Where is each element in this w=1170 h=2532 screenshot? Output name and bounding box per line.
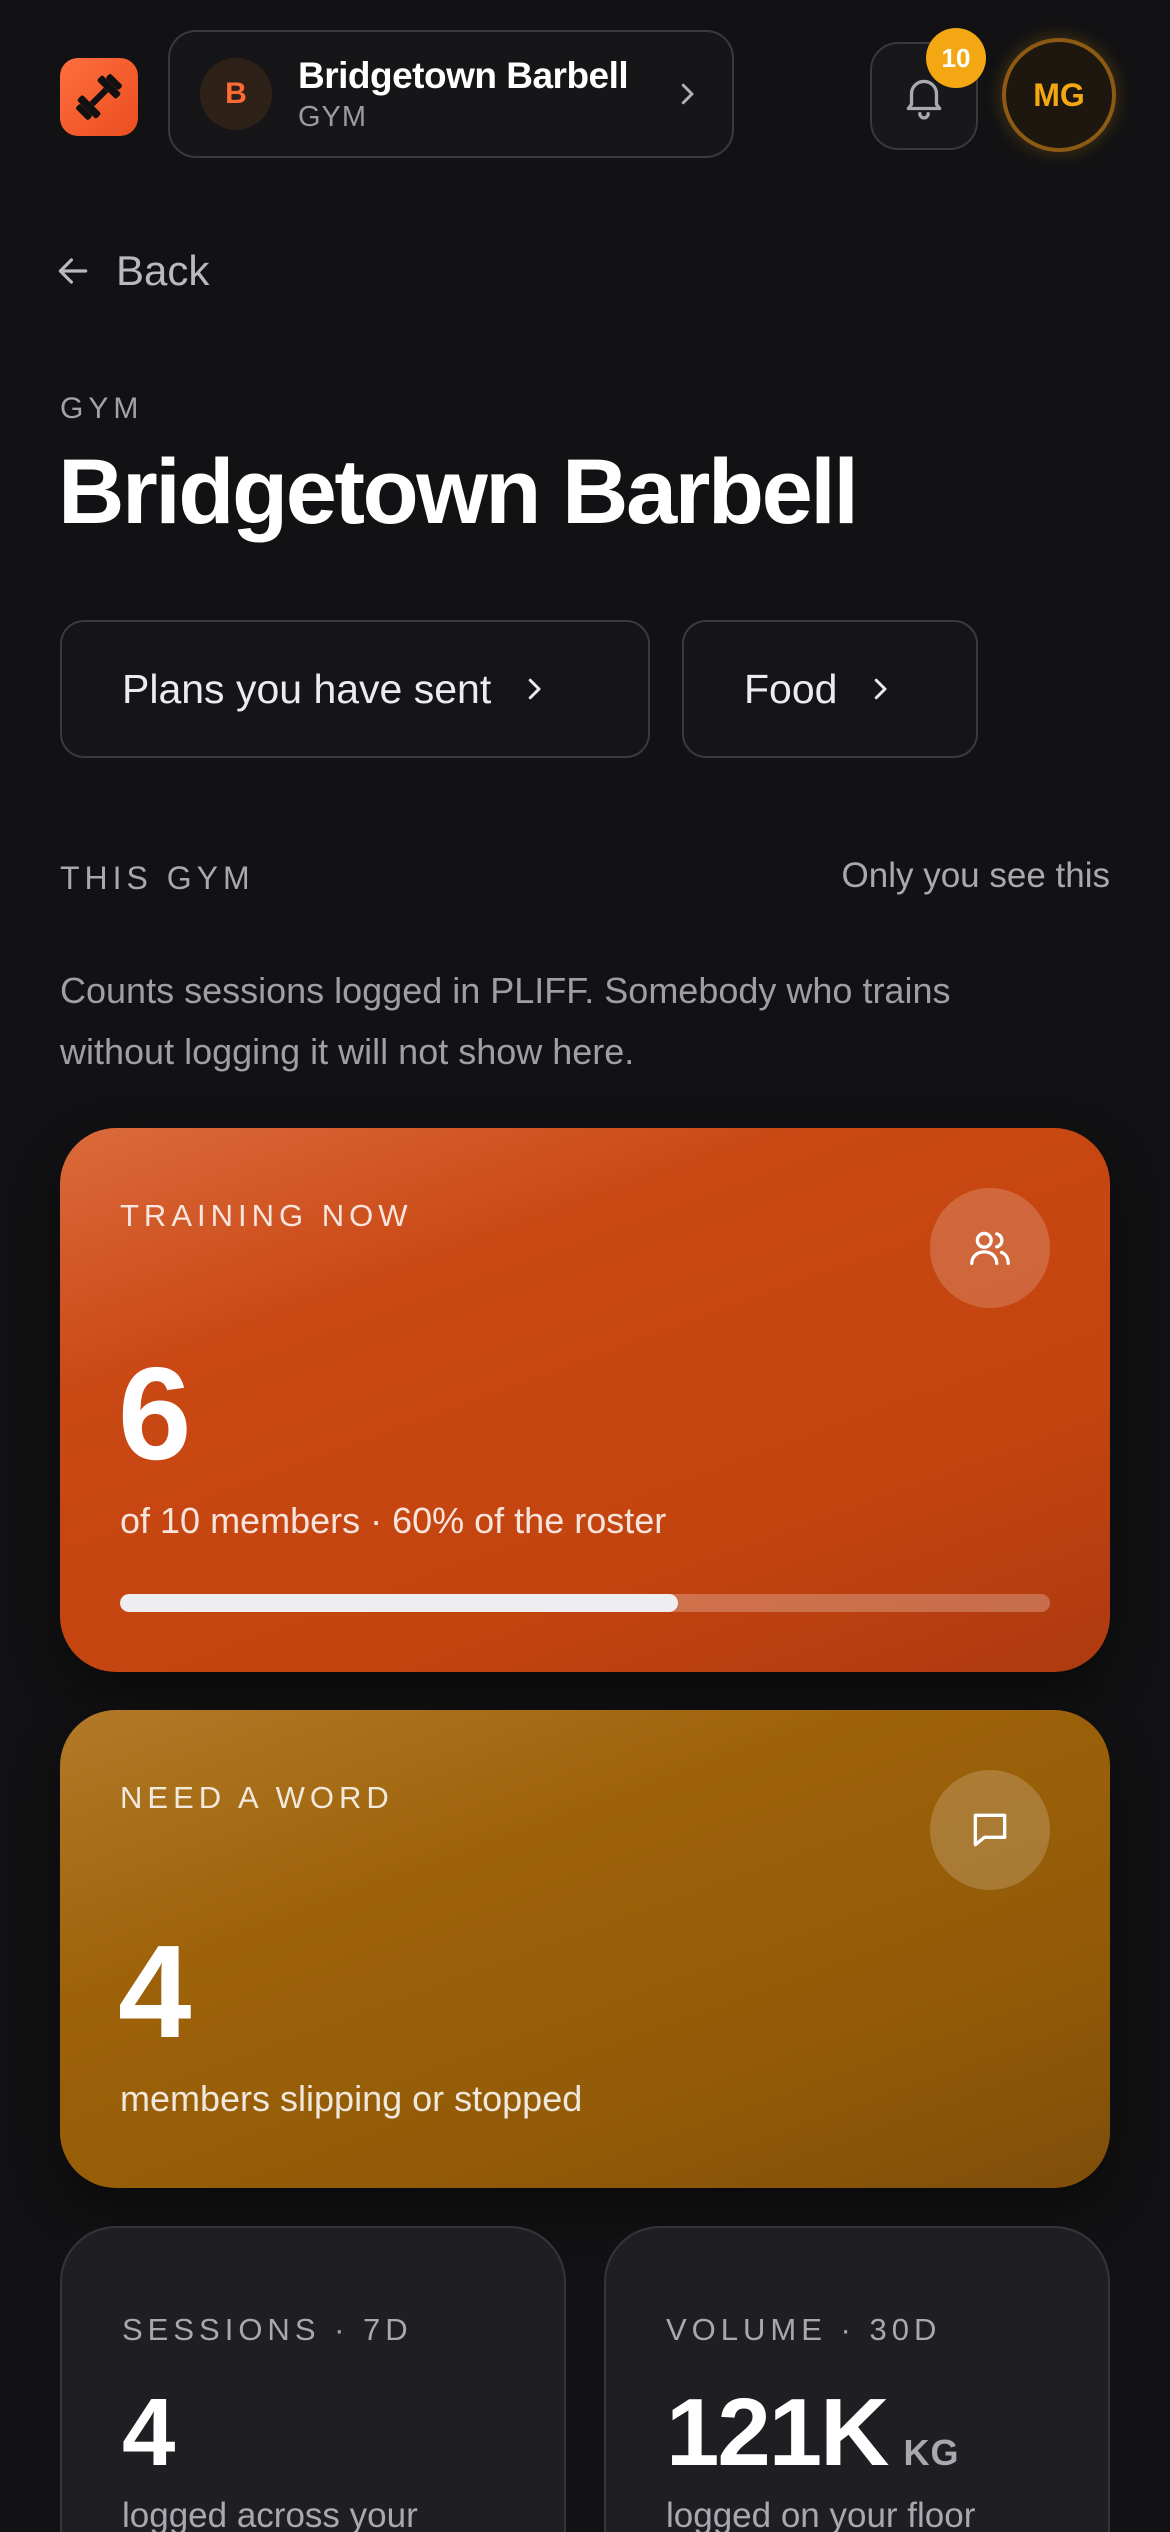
food-button[interactable]: Food <box>682 620 978 758</box>
section-label: THIS GYM <box>60 860 255 896</box>
training-now-subtitle: of 10 members · 60% of the roster <box>120 1500 667 1541</box>
sessions-subtitle: logged across your <box>122 2496 418 2532</box>
training-now-label: TRAINING NOW <box>120 1198 413 1233</box>
sessions-label: SESSIONS · 7D <box>122 2312 413 2347</box>
volume-unit: KG <box>903 2432 960 2473</box>
need-a-word-value: 4 <box>118 1918 191 2065</box>
chevron-right-icon <box>529 678 541 700</box>
need-a-word-subtitle: members slipping or stopped <box>120 2078 583 2119</box>
roster-progress-fill <box>120 1594 678 1612</box>
chevron-right-icon <box>875 678 887 700</box>
plans-sent-button[interactable]: Plans you have sent <box>60 620 650 758</box>
sessions-stat-card[interactable]: SESSIONS · 7D 4 logged across your <box>60 2226 566 2532</box>
need-a-word-icon-badge <box>930 1770 1050 1890</box>
back-button[interactable]: Back <box>54 236 209 306</box>
roster-progress-bar <box>120 1594 1050 1612</box>
chevron-right-icon <box>681 83 694 105</box>
volume-value-row: 121K KG <box>666 2378 960 2488</box>
chat-icon <box>973 1813 1007 1847</box>
section-description: Counts sessions logged in PLIFF. Somebod… <box>60 970 951 1072</box>
plans-sent-label: Plans you have sent <box>122 665 492 712</box>
gym-avatar: B <box>200 58 272 130</box>
need-a-word-label: NEED A WORD <box>120 1780 394 1815</box>
need-a-word-card[interactable]: NEED A WORD 4 members slipping or stoppe… <box>60 1710 1110 2188</box>
gym-dashboard-page: B Bridgetown Barbell GYM 10 MG Back GYM … <box>0 0 1170 2532</box>
page-title: Bridgetown Barbell <box>58 441 859 543</box>
sessions-value-row: 4 <box>122 2378 175 2488</box>
gym-switcher-type: GYM <box>298 100 368 133</box>
volume-label: VOLUME · 30D <box>666 2312 942 2347</box>
users-icon <box>970 1231 1010 1265</box>
gym-switcher-button[interactable]: B Bridgetown Barbell GYM <box>168 30 734 158</box>
training-now-value: 6 <box>118 1340 191 1487</box>
page-eyebrow: GYM <box>60 392 144 425</box>
sessions-value: 4 <box>122 2379 175 2486</box>
volume-subtitle: logged on your floor <box>666 2496 976 2532</box>
food-label: Food <box>744 665 838 712</box>
dumbbell-icon <box>76 74 122 120</box>
notification-count-badge: 10 <box>926 28 986 88</box>
gym-switcher-name: Bridgetown Barbell <box>298 54 629 96</box>
back-label: Back <box>116 247 210 294</box>
training-now-icon-badge <box>930 1188 1050 1308</box>
user-avatar[interactable]: MG <box>1002 38 1116 152</box>
privacy-note: Only you see this <box>841 856 1110 895</box>
volume-stat-card[interactable]: VOLUME · 30D 121K KG logged on your floo… <box>604 2226 1110 2532</box>
volume-value: 121K <box>666 2379 889 2486</box>
arrow-left-icon <box>58 258 88 284</box>
training-now-card[interactable]: TRAINING NOW 6 of 10 members · 60% of th… <box>60 1128 1110 1672</box>
app-logo[interactable] <box>60 58 138 136</box>
